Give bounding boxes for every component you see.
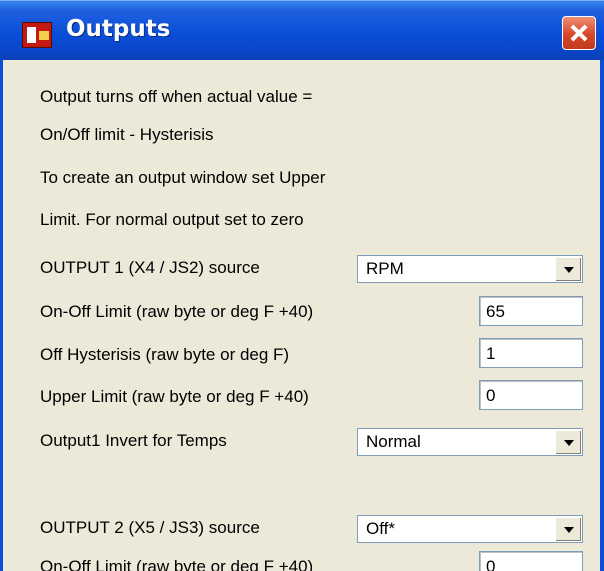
output2-onoff-value: 0 xyxy=(486,557,496,571)
output1-upper-value: 0 xyxy=(486,386,496,405)
output1-onoff-label: On-Off Limit (raw byte or deg F +40) xyxy=(40,302,314,321)
outputs-dialog: Outputs Output turns off when actual val… xyxy=(0,0,604,571)
close-icon[interactable] xyxy=(562,16,596,50)
output1-hysteresis-value: 1 xyxy=(486,344,496,363)
output2-onoff-input[interactable]: 0 xyxy=(479,551,583,571)
note-line-3: To create an output window set Upper xyxy=(40,168,326,187)
output1-source-select[interactable]: RPM xyxy=(357,255,583,283)
app-icon xyxy=(22,22,52,48)
window-title: Outputs xyxy=(66,16,171,42)
title-bar[interactable]: Outputs xyxy=(0,0,604,60)
chevron-down-icon[interactable] xyxy=(555,430,581,454)
output1-onoff-value: 65 xyxy=(486,302,505,321)
chevron-down-icon[interactable] xyxy=(555,257,581,281)
output1-upper-input[interactable]: 0 xyxy=(479,380,583,410)
note-line-2: On/Off limit - Hysterisis xyxy=(40,125,214,144)
output1-onoff-input[interactable]: 65 xyxy=(479,296,583,326)
output1-invert-label: Output1 Invert for Temps xyxy=(40,431,227,450)
note-line-4: Limit. For normal output set to zero xyxy=(40,210,304,229)
output1-invert-select[interactable]: Normal xyxy=(357,428,583,456)
note-line-1: Output turns off when actual value = xyxy=(40,87,313,106)
output2-onoff-label: On-Off Limit (raw byte or deg F +40) xyxy=(40,557,314,571)
chevron-down-icon[interactable] xyxy=(555,517,581,541)
window-frame-right xyxy=(600,60,604,571)
output1-source-value: RPM xyxy=(366,259,404,278)
output1-invert-value: Normal xyxy=(366,432,421,451)
output1-source-label: OUTPUT 1 (X4 / JS2) source xyxy=(40,258,260,277)
output1-hysteresis-label: Off Hysterisis (raw byte or deg F) xyxy=(40,345,290,364)
output2-source-select[interactable]: Off* xyxy=(357,515,583,543)
output2-source-value: Off* xyxy=(366,519,395,538)
window-frame-left xyxy=(0,60,3,571)
output2-source-label: OUTPUT 2 (X5 / JS3) source xyxy=(40,518,260,537)
output1-hysteresis-input[interactable]: 1 xyxy=(479,338,583,368)
output1-upper-label: Upper Limit (raw byte or deg F +40) xyxy=(40,387,309,406)
